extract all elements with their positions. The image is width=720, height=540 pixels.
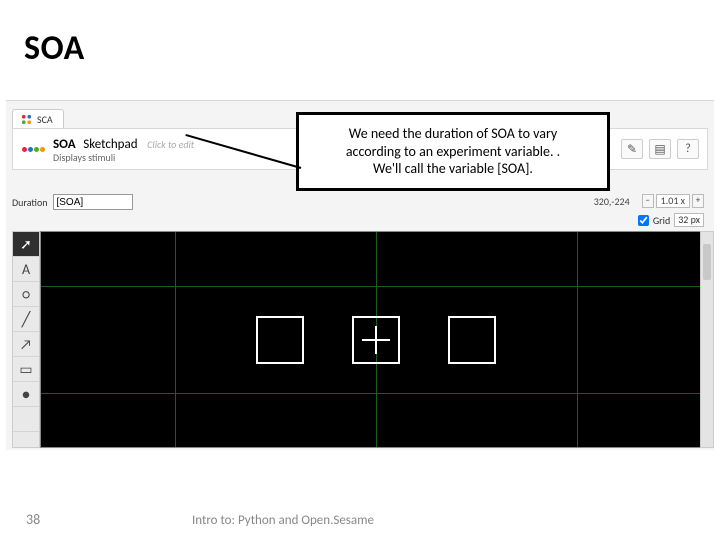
item-name[interactable]: SOA xyxy=(53,137,76,152)
item-type: Sketchpad xyxy=(83,137,137,152)
tab-label: SCA xyxy=(37,113,53,126)
sketchpad-icon xyxy=(21,137,45,161)
rect-tool-icon[interactable]: ▭ xyxy=(13,357,39,382)
line-tool-icon[interactable]: ╱ xyxy=(13,307,39,332)
duration-input[interactable] xyxy=(53,194,133,210)
circle-tool-icon[interactable]: ○ xyxy=(13,282,39,307)
stimulus-box-right[interactable] xyxy=(448,316,496,364)
cursor-coords: 320,-224 xyxy=(594,195,630,208)
ellipse-fill-icon[interactable]: ● xyxy=(13,382,39,407)
zoom-down-button[interactable]: − xyxy=(642,194,654,208)
scrollbar-thumb[interactable] xyxy=(703,244,711,280)
split-button-icon[interactable]: ▤ xyxy=(649,139,671,159)
blank-tool-icon[interactable] xyxy=(13,407,39,432)
callout-line-3: We'll call the variable [SOA]. xyxy=(311,160,595,178)
grid-size-value[interactable]: 32 px xyxy=(674,213,704,227)
palette-icon xyxy=(21,114,32,125)
zoom-value[interactable]: 1.01 x xyxy=(656,194,690,208)
help-button-icon[interactable]: ? xyxy=(677,139,699,159)
callout-line-2: according to an experiment variable. . xyxy=(311,143,595,161)
item-description[interactable]: Displays stimuli xyxy=(53,152,194,163)
grid-checkbox[interactable] xyxy=(638,215,649,226)
click-to-edit-hint[interactable]: Click to edit xyxy=(147,138,194,151)
slide-footer-text: Intro to: Python and Open.Sesame xyxy=(192,513,374,528)
tool-palette: ➚A○╱↗▭● xyxy=(12,231,40,448)
arrow-shape-icon[interactable]: ↗ xyxy=(13,332,39,357)
zoom-up-button[interactable]: + xyxy=(692,194,704,208)
tab-sca[interactable]: SCA xyxy=(12,109,64,128)
tab-strip: SCA xyxy=(12,106,64,128)
fixation-cross[interactable] xyxy=(362,326,390,354)
vertical-scrollbar[interactable] xyxy=(700,231,714,448)
stimulus-box-left[interactable] xyxy=(256,316,304,364)
callout-box: We need the duration of SOA to vary acco… xyxy=(296,112,610,191)
sketchpad-canvas[interactable] xyxy=(40,231,712,448)
slide-title: SOA xyxy=(24,28,85,69)
script-button-icon[interactable]: ✎ xyxy=(621,139,643,159)
duration-label: Duration xyxy=(12,196,47,209)
callout-line-1: We need the duration of SOA to vary xyxy=(311,125,595,143)
text-tool-icon[interactable]: A xyxy=(13,257,39,282)
page-number: 38 xyxy=(26,511,40,528)
arrow-tool-icon[interactable]: ➚ xyxy=(13,232,39,257)
grid-label: Grid xyxy=(653,214,670,227)
